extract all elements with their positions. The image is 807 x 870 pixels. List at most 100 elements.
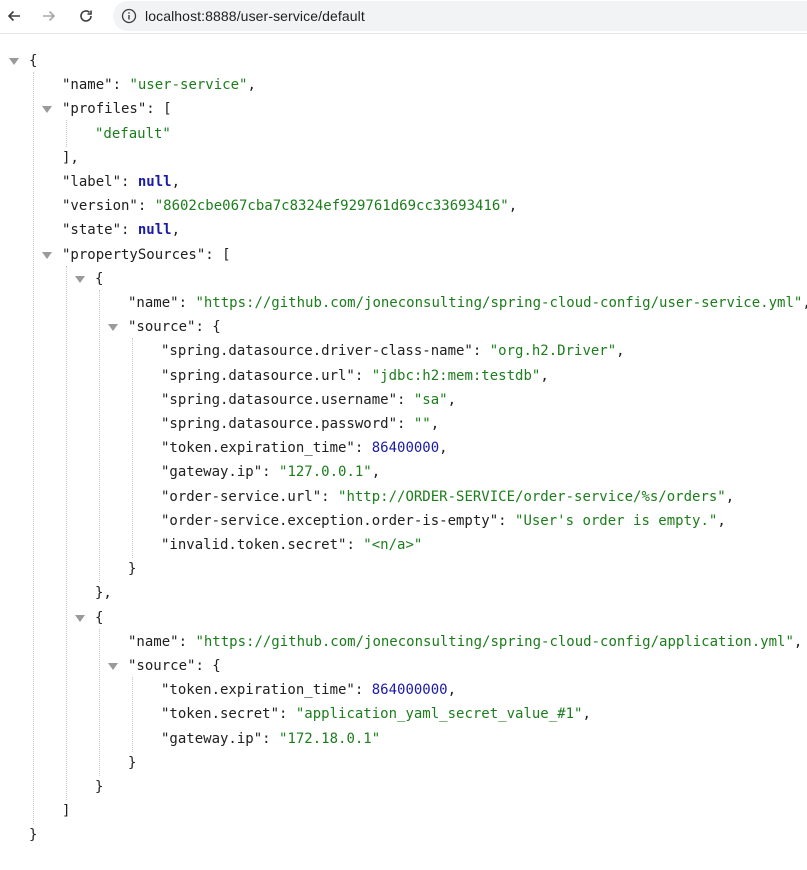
collapse-toggle-icon[interactable] — [9, 58, 19, 65]
profiles-item-line: "default" — [95, 123, 171, 145]
property-line: "order-service.url": "http://ORDER-SERVI… — [161, 486, 734, 508]
punctuation: ] — [62, 803, 71, 820]
punctuation: : — [321, 488, 339, 505]
punctuation: : — [121, 222, 138, 239]
json-key: "profiles" — [62, 101, 147, 118]
json-key: "propertySources" — [62, 246, 206, 263]
property-line: "spring.datasource.url": "jdbc:h2:mem:te… — [161, 365, 549, 387]
back-arrow-icon — [7, 10, 20, 22]
json-key: "order-service.url" — [161, 488, 322, 505]
punctuation: : — [354, 367, 372, 384]
json-string: "8602cbe067cba7c8324ef929761d69cc3369341… — [154, 198, 509, 215]
punctuation: : — [346, 537, 364, 553]
root-close-brace: } — [29, 827, 38, 844]
property-line: "token.secret": "application_yaml_secret… — [161, 703, 591, 725]
punctuation: , — [616, 343, 625, 360]
punctuation: : — [279, 706, 296, 723]
json-string: "jdbc:h2:mem:testdb" — [371, 367, 541, 384]
root-open-brace: { — [29, 53, 38, 69]
punctuation: , — [447, 682, 457, 699]
punctuation: : — [397, 391, 414, 408]
property-line: "spring.datasource.username": "sa", — [161, 389, 456, 411]
json-string: "user-service" — [129, 77, 248, 94]
punctuation: : — [498, 512, 516, 529]
name-line: "name": "user-service", — [62, 74, 256, 96]
json-key: "name" — [62, 77, 113, 94]
json-key: "invalid.token.secret" — [161, 537, 347, 553]
property-line: "order-service.exception.order-is-empty"… — [161, 510, 726, 532]
punctuation: , — [247, 77, 256, 94]
source-key-line: "source": { — [128, 655, 221, 677]
json-key: "state" — [62, 222, 122, 239]
punctuation: , — [802, 295, 807, 311]
collapse-toggle-icon[interactable] — [42, 106, 52, 114]
punctuation: { — [95, 609, 104, 626]
indent-guide — [66, 120, 67, 147]
reload-icon — [80, 10, 92, 22]
indent-guide — [132, 338, 133, 559]
json-number: 864000000 — [371, 682, 448, 699]
punctuation: , — [540, 367, 549, 384]
json-string: "User's order is empty." — [515, 512, 718, 529]
json-key: "spring.datasource.url" — [161, 367, 355, 384]
punctuation: ], — [62, 149, 79, 166]
punctuation: : — [354, 440, 372, 457]
collapse-toggle-icon[interactable] — [75, 614, 85, 622]
json-key: "spring.datasource.username" — [161, 391, 398, 408]
source-name-line: "name": "https://github.com/joneconsulti… — [128, 631, 802, 653]
json-string: "https://github.com/joneconsulting/sprin… — [195, 295, 803, 311]
punctuation: , — [171, 174, 181, 190]
property-sources-line: "propertySources": [ — [62, 244, 231, 266]
root-close-line: } — [29, 824, 37, 846]
indent-guide — [99, 628, 100, 776]
punctuation: { — [95, 270, 104, 287]
punctuation: , — [171, 222, 181, 239]
json-key: "spring.datasource.password" — [161, 416, 398, 432]
json-key: "version" — [62, 198, 138, 215]
punctuation: : { — [195, 319, 221, 336]
punctuation: } — [128, 561, 137, 578]
property-line: "gateway.ip": "127.0.0.1", — [161, 461, 380, 483]
punctuation: : — [397, 416, 414, 432]
state-line: "state": null, — [62, 219, 180, 241]
collapse-toggle-icon[interactable] — [42, 251, 52, 259]
collapse-toggle-icon[interactable] — [108, 663, 118, 670]
property-line: "invalid.token.secret": "<n/a>" — [161, 534, 422, 556]
punctuation: , — [371, 464, 381, 481]
json-string: "default" — [95, 125, 171, 142]
forward-button[interactable] — [37, 4, 61, 28]
punctuation: : — [112, 77, 130, 94]
url-text: localhost:8888/user-service/default — [145, 8, 365, 24]
collapse-toggle-icon[interactable] — [108, 324, 118, 332]
browser-toolbar: localhost:8888/user-service/default — [0, 0, 807, 34]
json-key: "name" — [128, 295, 179, 311]
punctuation: , — [447, 391, 457, 408]
source-key-line: "source": { — [128, 316, 221, 338]
source-object-close-line: } — [95, 776, 103, 798]
json-key: "token.expiration_time" — [161, 682, 355, 699]
json-string: "127.0.0.1" — [279, 464, 372, 481]
punctuation: , — [717, 512, 726, 529]
profiles-close-line: ], — [62, 147, 79, 169]
punctuation: }, — [95, 585, 112, 602]
json-key: "source" — [128, 319, 196, 336]
property-line: "spring.datasource.driver-class-name": "… — [161, 340, 625, 362]
back-button[interactable] — [2, 4, 26, 28]
info-icon[interactable] — [121, 8, 137, 24]
json-string: "<n/a>" — [363, 537, 423, 553]
reload-button[interactable] — [74, 4, 98, 28]
punctuation: : — [178, 295, 196, 311]
indent-guide — [132, 677, 133, 752]
collapse-toggle-icon[interactable] — [75, 275, 85, 283]
json-key: "gateway.ip" — [161, 464, 263, 481]
forward-arrow-icon — [43, 10, 56, 22]
source-object-open-line: { — [95, 607, 103, 629]
punctuation: : — [472, 343, 490, 360]
address-bar[interactable]: localhost:8888/user-service/default — [113, 1, 807, 31]
punctuation: , — [582, 706, 591, 723]
json-key: "gateway.ip" — [161, 730, 263, 747]
property-sources-close-line: ] — [62, 800, 70, 822]
json-string: "" — [413, 416, 431, 432]
indent-guide — [99, 289, 100, 583]
property-line: "token.expiration_time": 86400000, — [161, 437, 448, 459]
